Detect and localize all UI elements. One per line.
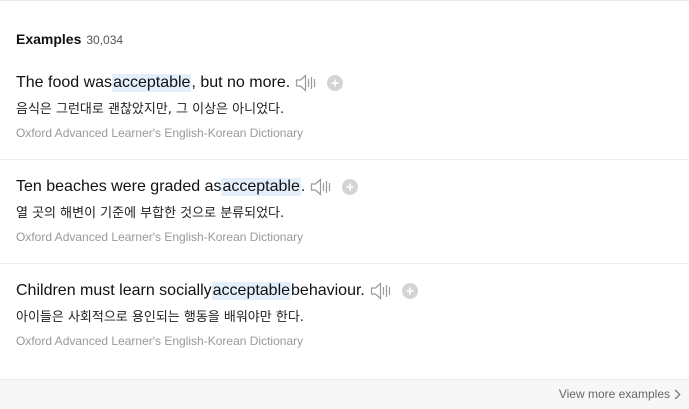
sentence-text-after: , but no more. (191, 74, 291, 91)
examples-count: 30,034 (86, 33, 124, 47)
plus-icon (331, 79, 339, 87)
highlighted-keyword[interactable]: acceptable (221, 178, 301, 196)
play-audio-button[interactable] (370, 280, 394, 302)
view-more-examples-link[interactable]: View more examples (559, 387, 681, 401)
sentence-text-after: . (300, 178, 306, 195)
play-audio-button[interactable] (295, 72, 319, 94)
example-item: Children must learn socially acceptable … (16, 279, 689, 348)
example-item: The food was acceptable , but no more. 음… (16, 71, 689, 140)
example-sentence: Ten beaches were graded as acceptable . (16, 175, 689, 199)
top-divider (0, 0, 689, 1)
example-translation: 아이들은 사회적으로 용인되는 행동을 배워야만 한다. (16, 310, 304, 325)
play-audio-button[interactable] (310, 176, 334, 198)
example-translation: 음식은 그런대로 괜찮았지만, 그 이상은 아니었다. (16, 102, 285, 117)
speaker-icon (311, 178, 331, 196)
highlighted-keyword[interactable]: acceptable (112, 74, 192, 92)
sentence-text-before: The food was (16, 74, 113, 91)
example-divider (0, 263, 689, 264)
example-sentence: The food was acceptable , but no more. (16, 71, 689, 95)
add-example-button[interactable] (342, 179, 359, 195)
example-source: Oxford Advanced Learner's English-Korean… (16, 126, 304, 140)
plus-icon (406, 287, 414, 295)
example-source: Oxford Advanced Learner's English-Korean… (16, 230, 304, 244)
view-more-label: View more examples (558, 387, 670, 401)
examples-header: Examples 30,034 (16, 31, 123, 49)
highlighted-keyword[interactable]: acceptable (211, 282, 292, 300)
example-translation: 열 곳의 해변이 기준에 부합한 것으로 분류되었다. (16, 206, 285, 221)
add-example-button[interactable] (327, 75, 344, 91)
examples-title: Examples (16, 31, 82, 47)
sentence-text-after: behaviour. (291, 282, 365, 299)
speaker-icon (296, 74, 316, 92)
chevron-right-icon (674, 389, 681, 400)
add-example-button[interactable] (401, 283, 418, 299)
example-item: Ten beaches were graded as acceptable . … (16, 175, 689, 244)
plus-icon (346, 183, 354, 191)
example-sentence: Children must learn socially acceptable … (16, 279, 689, 303)
sentence-text-before: Ten beaches were graded as (16, 178, 222, 195)
speaker-icon (370, 282, 390, 300)
sentence-text-before: Children must learn socially (16, 282, 212, 299)
example-divider (0, 159, 689, 160)
examples-footer: View more examples (0, 379, 689, 409)
example-source: Oxford Advanced Learner's English-Korean… (16, 334, 304, 348)
